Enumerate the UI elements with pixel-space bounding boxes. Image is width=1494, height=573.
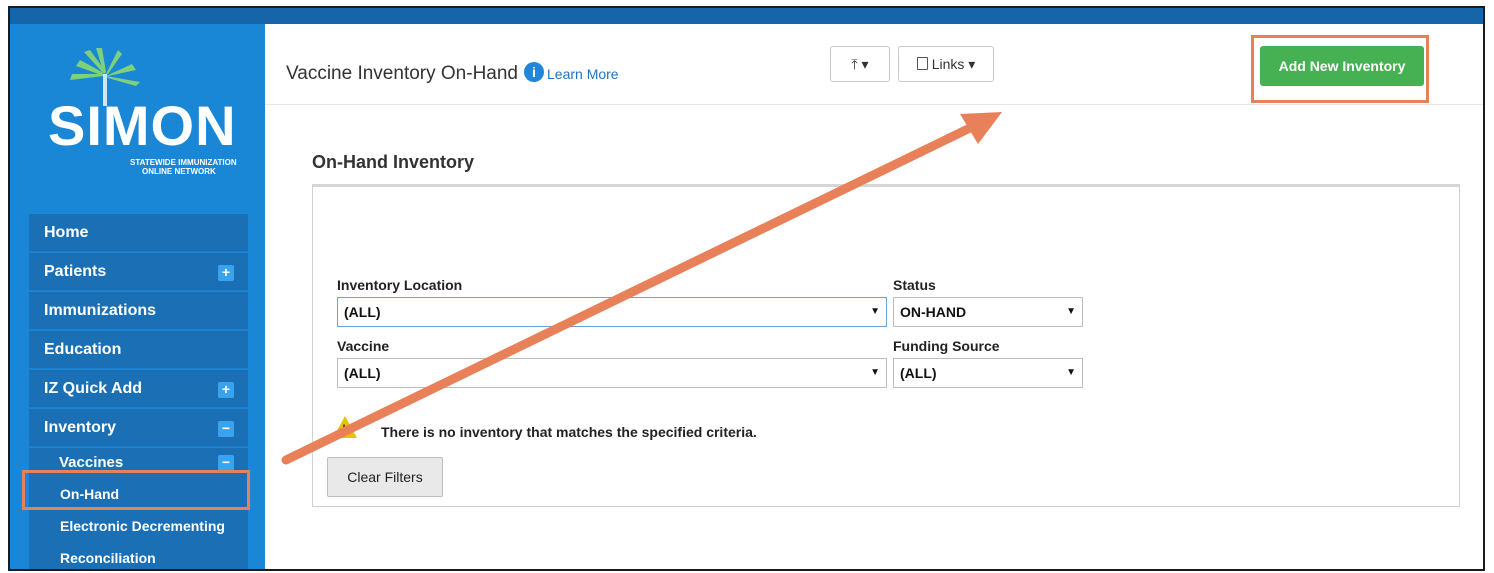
app-window: SIMON STATEWIDE IMMUNIZATION ONLINE NETW… [8,6,1485,571]
annotation-arrow-icon [281,112,1002,465]
